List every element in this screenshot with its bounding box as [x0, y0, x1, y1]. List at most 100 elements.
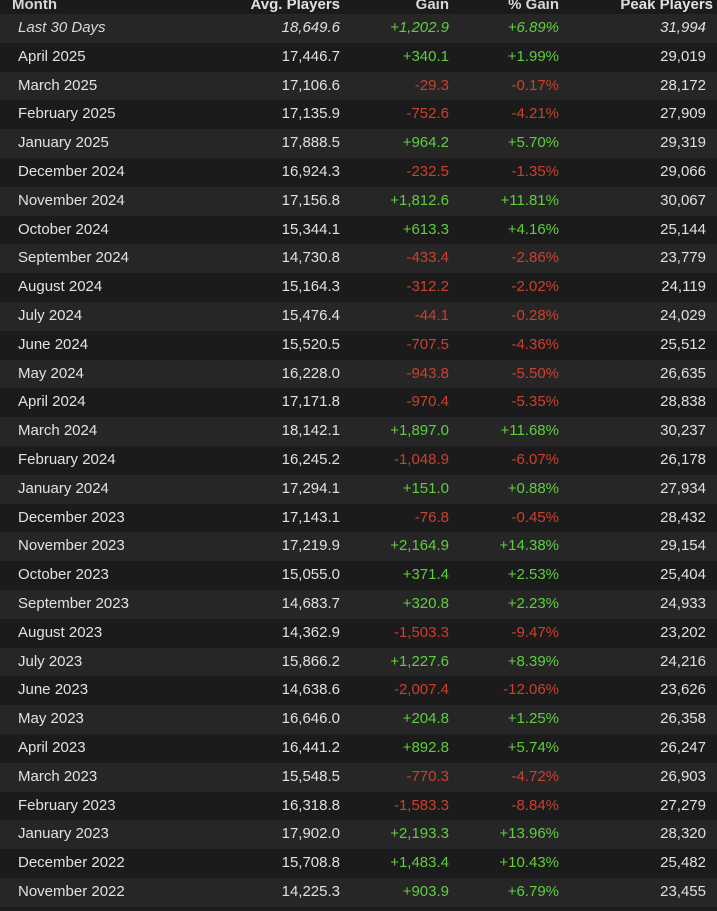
pct-gain-cell: +2.23% — [507, 594, 559, 612]
month-cell: October 2024 — [18, 220, 109, 238]
avg-players-cell: 15,476.4 — [281, 306, 340, 324]
month-cell: February 2024 — [18, 450, 116, 468]
gain-cell: -1,583.3 — [393, 796, 449, 814]
pct-gain-cell: -4.36% — [511, 335, 559, 353]
gain-cell: -312.2 — [406, 278, 449, 296]
table-row: August 2023 14,362.9 -1,503.3 -9.47% 23,202 — [0, 618, 717, 648]
table-row: March 2024 18,142.1 +1,897.0 +11.68% 30,237 — [0, 417, 717, 446]
pct-gain-cell: +10.43% — [499, 854, 559, 872]
header-avg-players[interactable]: Avg. Players — [205, 0, 341, 12]
table-row: March 2025 17,106.6 -29.3 -0.17% 28,172 — [0, 71, 717, 101]
pct-gain-cell: -0.17% — [511, 76, 559, 94]
avg-players-cell: 16,245.2 — [281, 450, 340, 468]
gain-cell: +1,202.9 — [390, 19, 449, 36]
table-row: February 2025 17,135.9 -752.6 -4.21% 27,909 — [0, 100, 717, 130]
table-row: July 2023 15,866.2 +1,227.6 +8.39% 24,216 — [0, 647, 717, 677]
pct-gain-cell: +13.96% — [499, 825, 559, 843]
gain-cell: +2,164.9 — [390, 537, 449, 555]
pct-gain-cell: +5.74% — [507, 738, 559, 756]
table-header: Month Avg. Players Gain % Gain Peak Play… — [0, 0, 717, 12]
month-cell: February 2023 — [18, 796, 116, 814]
gain-cell: -1,048.9 — [393, 450, 449, 468]
month-cell: March 2023 — [18, 767, 98, 785]
peak-players-cell: 27,279 — [660, 796, 706, 814]
month-cell: December 2022 — [18, 854, 125, 872]
gain-cell: +371.4 — [402, 566, 449, 584]
peak-players-cell: 29,066 — [660, 162, 706, 180]
gain-cell: +340.1 — [402, 47, 449, 65]
avg-players-cell: 18,142.1 — [281, 422, 340, 440]
header-pct-gain[interactable]: % Gain — [449, 0, 559, 12]
avg-players-cell: 15,055.0 — [281, 566, 340, 584]
peak-players-cell: 29,019 — [660, 47, 706, 65]
table-row: January 2023 17,902.0 +2,193.3 +13.96% 28,32… — [0, 820, 717, 850]
month-cell: March 2024 — [18, 422, 98, 440]
gain-cell: +1,812.6 — [390, 191, 449, 209]
avg-players-cell: 17,106.6 — [281, 76, 340, 94]
header-month[interactable]: Month — [0, 0, 205, 12]
table-row: November 2024 17,156.8 +1,812.6 +11.81% 30,0… — [0, 186, 717, 216]
table-row: February 2024 16,245.2 -1,048.9 -6.07% 26,17… — [0, 445, 717, 475]
month-cell: Last 30 Days — [18, 19, 106, 36]
peak-players-cell: 24,933 — [660, 594, 706, 612]
avg-players-cell: 14,362.9 — [281, 623, 340, 641]
avg-players-cell: 17,902.0 — [281, 825, 340, 843]
pct-gain-cell: +4.16% — [507, 220, 559, 238]
table-row: February 2023 16,318.8 -1,583.3 -8.84% 27,27… — [0, 791, 717, 821]
month-cell: December 2024 — [18, 162, 125, 180]
gain-cell: +204.8 — [402, 710, 449, 728]
pct-gain-cell: -0.45% — [511, 508, 559, 526]
avg-players-cell: 17,156.8 — [281, 191, 340, 209]
pct-gain-cell: +6.79% — [507, 882, 559, 900]
gain-cell: -707.5 — [406, 335, 449, 353]
header-peak-players[interactable]: Peak Players — [559, 0, 713, 12]
header-gain[interactable]: Gain — [340, 0, 449, 12]
pct-gain-cell: -12.06% — [503, 681, 559, 699]
peak-players-cell: 30,237 — [660, 422, 706, 440]
gain-cell: -970.4 — [406, 393, 449, 411]
month-cell: August 2024 — [18, 278, 103, 296]
peak-players-cell: 25,482 — [660, 854, 706, 872]
month-cell: July 2024 — [18, 306, 83, 324]
table-row: March 2023 15,548.5 -770.3 -4.72% 26,903 — [0, 762, 717, 792]
pct-gain-cell: -5.50% — [511, 364, 559, 382]
avg-players-cell: 16,924.3 — [281, 162, 340, 180]
gain-cell: +903.9 — [402, 882, 449, 900]
peak-players-cell: 28,432 — [660, 508, 706, 526]
avg-players-cell: 17,143.1 — [281, 508, 340, 526]
gain-cell: +964.2 — [402, 134, 449, 152]
pct-gain-cell: +5.70% — [507, 134, 559, 152]
pct-gain-cell: +1.25% — [507, 710, 559, 728]
gain-cell: +1,227.6 — [390, 652, 449, 670]
peak-players-cell: 24,029 — [660, 306, 706, 324]
table-row: April 2025 17,446.7 +340.1 +1.99% 29,019 — [0, 42, 717, 72]
month-cell: February 2025 — [18, 105, 116, 123]
avg-players-cell: 15,866.2 — [281, 652, 340, 670]
avg-players-cell: 16,646.0 — [281, 710, 340, 728]
table-row: September 2024 14,730.8 -433.4 -2.86% 23,779 — [0, 244, 717, 274]
table-row: Last 30 Days 18,649.6 +1,202.9 +6.89% 31,994 — [0, 14, 717, 43]
peak-players-cell: 24,119 — [661, 278, 706, 296]
player-stats-table: Month Avg. Players Gain % Gain Peak Play… — [0, 0, 717, 907]
pct-gain-cell: +14.38% — [499, 537, 559, 555]
table-row: May 2023 16,646.0 +204.8 +1.25% 26,358 — [0, 705, 717, 734]
pct-gain-cell: -9.47% — [511, 623, 559, 641]
peak-players-cell: 31,994 — [660, 19, 706, 36]
pct-gain-cell: -4.21% — [511, 105, 559, 123]
table-row: September 2023 14,683.7 +320.8 +2.23% 24,933 — [0, 589, 717, 619]
avg-players-cell: 16,441.2 — [281, 738, 340, 756]
table-row: December 2022 15,708.8 +1,483.4 +10.43% 25,4… — [0, 849, 717, 878]
avg-players-cell: 16,318.8 — [281, 796, 340, 814]
month-cell: November 2022 — [18, 882, 125, 900]
month-cell: April 2024 — [18, 393, 86, 411]
peak-players-cell: 26,635 — [660, 364, 706, 382]
pct-gain-cell: -8.84% — [511, 796, 559, 814]
table-row: December 2023 17,143.1 -76.8 -0.45% 28,432 — [0, 503, 717, 533]
table-row: April 2024 17,171.8 -970.4 -5.35% 28,838 — [0, 388, 717, 418]
pct-gain-cell: -6.07% — [511, 450, 559, 468]
peak-players-cell: 28,172 — [660, 76, 706, 94]
month-cell: April 2023 — [18, 738, 86, 756]
avg-players-cell: 15,708.8 — [281, 854, 340, 872]
month-cell: July 2023 — [18, 652, 83, 670]
avg-players-cell: 15,520.5 — [281, 335, 340, 353]
